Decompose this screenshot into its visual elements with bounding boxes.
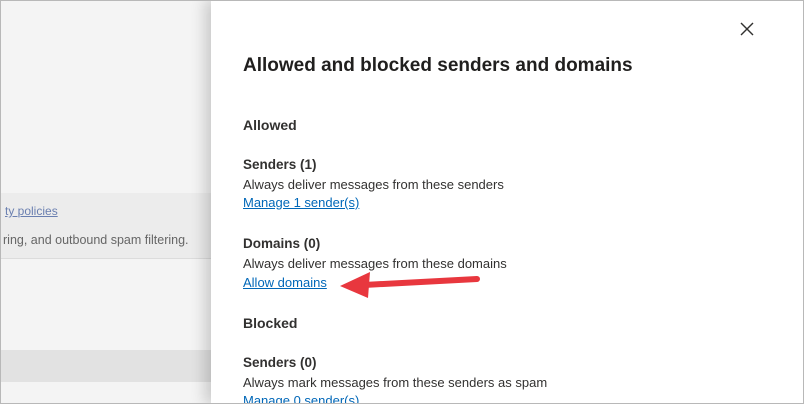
background-policies-link[interactable]: ty policies [5,204,58,218]
blocked-senders-title: Senders (0) [243,355,317,370]
close-button[interactable] [735,17,759,41]
panel-title: Allowed and blocked senders and domains [243,55,633,76]
allowed-section-heading: Allowed [243,117,297,133]
manage-allowed-senders-link[interactable]: Manage 1 sender(s) [243,195,359,210]
background-policy-card [0,193,230,259]
allowed-blocked-flyout-panel: Allowed and blocked senders and domains … [211,0,804,404]
allowed-senders-description: Always deliver messages from these sende… [243,177,504,192]
allowed-senders-title: Senders (1) [243,157,317,172]
allowed-domains-title: Domains (0) [243,236,321,251]
close-icon [740,22,754,36]
blocked-section-heading: Blocked [243,315,298,331]
red-arrow-icon [340,272,480,298]
allow-domains-link[interactable]: Allow domains [243,275,327,290]
blocked-senders-description: Always mark messages from these senders … [243,375,548,390]
background-description: ring, and outbound spam filtering. [3,233,189,247]
manage-blocked-senders-link[interactable]: Manage 0 sender(s) [243,393,359,404]
background-bottom-bar [0,350,230,382]
